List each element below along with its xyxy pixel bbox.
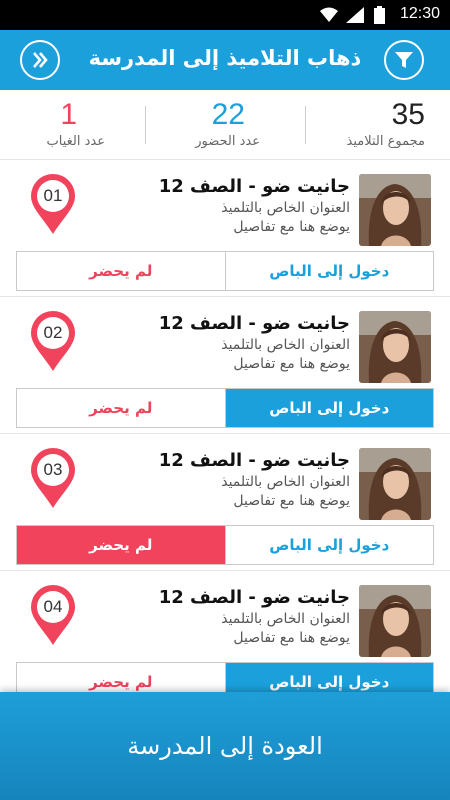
return-to-school-label: العودة إلى المدرسة xyxy=(127,732,323,760)
board-bus-button[interactable]: دخول إلى الباص xyxy=(225,663,433,692)
student-avatar xyxy=(359,311,431,383)
double-chevron-right-icon xyxy=(33,52,48,68)
pin-number: 01 xyxy=(43,186,63,205)
attendance-buttons: لم يحضر دخول إلى الباص xyxy=(16,388,434,428)
stat-total-label: مجموع التلاميذ xyxy=(346,134,425,149)
stat-present-value: 22 xyxy=(211,98,245,131)
status-bar: 12:30 xyxy=(0,0,450,30)
stat-divider xyxy=(145,106,146,144)
student-name: جانيت ضو - الصف 12 xyxy=(158,313,350,334)
attendance-buttons: لم يحضر دخول إلى الباص xyxy=(16,662,434,692)
student-address: العنوان الخاص بالتلميذ xyxy=(221,474,350,490)
stat-total: 35 مجموع التلاميذ xyxy=(275,90,425,160)
student-card: 04 جانيت ضو - الصف 12 العنوان الخاص بالت… xyxy=(0,571,450,692)
absent-button[interactable]: لم يحضر xyxy=(17,663,226,692)
student-details: يوضع هنا مع تفاصيل xyxy=(233,493,350,509)
stat-absent: 1 عدد الغياب xyxy=(0,90,105,160)
pin-marker: 03 xyxy=(31,448,75,508)
pin-marker: 04 xyxy=(31,585,75,645)
battery-icon xyxy=(374,6,385,24)
board-bus-button[interactable]: دخول إلى الباص xyxy=(225,252,433,290)
student-name: جانيت ضو - الصف 12 xyxy=(158,176,350,197)
student-card: 02 جانيت ضو - الصف 12 العنوان الخاص بالت… xyxy=(0,297,450,434)
student-avatar xyxy=(359,448,431,520)
student-address: العنوان الخاص بالتلميذ xyxy=(221,611,350,627)
attendance-buttons: لم يحضر دخول إلى الباص xyxy=(16,251,434,291)
stat-divider xyxy=(305,106,306,144)
stat-present: 22 عدد الحضور xyxy=(110,90,260,160)
filter-icon xyxy=(395,52,413,68)
student-avatar xyxy=(359,585,431,657)
student-card: 01 جانيت ضو - الصف 12 العنوان الخاص بالت… xyxy=(0,160,450,297)
filter-button[interactable] xyxy=(384,40,424,80)
student-name: جانيت ضو - الصف 12 xyxy=(158,587,350,608)
stats-panel: 35 مجموع التلاميذ 22 عدد الحضور 1 عدد ال… xyxy=(0,90,450,160)
student-details: يوضع هنا مع تفاصيل xyxy=(233,630,350,646)
stat-absent-value: 1 xyxy=(60,98,77,131)
back-button[interactable] xyxy=(20,40,60,80)
pin-number: 03 xyxy=(43,460,63,479)
stat-absent-label: عدد الغياب xyxy=(46,134,105,149)
pin-marker: 02 xyxy=(31,311,75,371)
return-to-school-button[interactable]: العودة إلى المدرسة xyxy=(0,692,450,800)
pin-marker: 01 xyxy=(31,174,75,234)
student-name: جانيت ضو - الصف 12 xyxy=(158,450,350,471)
wifi-icon xyxy=(320,7,338,22)
stat-total-value: 35 xyxy=(391,98,425,131)
absent-button[interactable]: لم يحضر xyxy=(17,252,226,290)
student-avatar xyxy=(359,174,431,246)
absent-button[interactable]: لم يحضر xyxy=(17,526,226,564)
absent-button[interactable]: لم يحضر xyxy=(17,389,226,427)
page-title: ذهاب التلاميذ إلى المدرسة xyxy=(88,46,362,70)
attendance-buttons: لم يحضر دخول إلى الباص xyxy=(16,525,434,565)
status-time: 12:30 xyxy=(399,5,440,22)
student-details: يوضع هنا مع تفاصيل xyxy=(233,219,350,235)
student-card: 03 جانيت ضو - الصف 12 العنوان الخاص بالت… xyxy=(0,434,450,571)
signal-icon xyxy=(346,7,364,23)
student-details: يوضع هنا مع تفاصيل xyxy=(233,356,350,372)
student-address: العنوان الخاص بالتلميذ xyxy=(221,337,350,353)
board-bus-button[interactable]: دخول إلى الباص xyxy=(225,526,433,564)
pin-number: 02 xyxy=(43,323,63,342)
board-bus-button[interactable]: دخول إلى الباص xyxy=(225,389,433,427)
stat-present-label: عدد الحضور xyxy=(195,134,260,149)
app-bar: ذهاب التلاميذ إلى المدرسة xyxy=(0,30,450,90)
student-address: العنوان الخاص بالتلميذ xyxy=(221,200,350,216)
pin-number: 04 xyxy=(43,597,63,616)
student-list[interactable]: 01 جانيت ضو - الصف 12 العنوان الخاص بالت… xyxy=(0,160,450,692)
